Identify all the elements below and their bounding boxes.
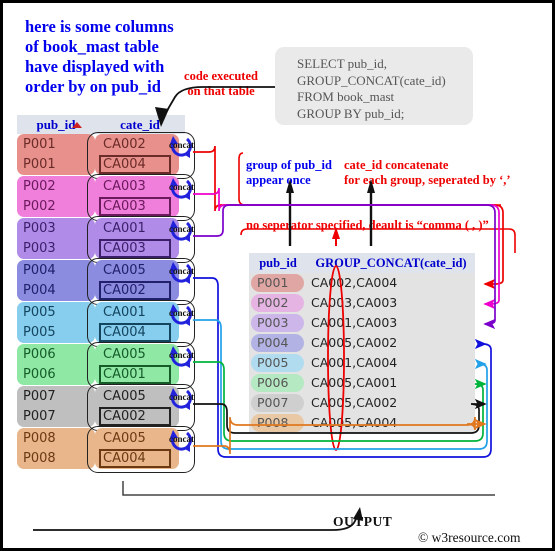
output-header-group-concat: GROUP_CONCAT(cate_id) bbox=[315, 255, 467, 270]
source-cell-cate-id: CA002 bbox=[103, 137, 146, 152]
output-cell-pub-id: P005 bbox=[251, 354, 304, 372]
source-group-row: P006 P006 CA005 CA001 concat bbox=[17, 342, 195, 389]
output-label-line bbox=[33, 512, 360, 531]
source-cell-pub-id: P008 bbox=[23, 451, 56, 466]
source-cell-pub-id: P006 bbox=[23, 347, 56, 362]
diagram-canvas: here is some columns of book_mast table … bbox=[0, 0, 555, 551]
table-row: P002 CA003,CA003 bbox=[249, 293, 475, 313]
source-cell-pub-id: P001 bbox=[23, 157, 56, 172]
source-cell-cate-id: CA005 bbox=[103, 347, 146, 362]
table-row: P008 CA005,CA004 bbox=[249, 413, 475, 433]
concat-label: concat bbox=[169, 392, 194, 402]
copyright-text: © w3resource.com bbox=[418, 530, 521, 545]
source-cell-pub-id: P005 bbox=[23, 305, 56, 320]
output-table-body: P001 CA002,CA004 P002 CA003,CA003 P003 CA001,… bbox=[249, 273, 475, 433]
source-cell-cate-id: CA002 bbox=[103, 409, 146, 424]
output-cell-group-concat: CA001,CA004 bbox=[311, 355, 398, 370]
output-table: pub_id GROUP_CONCAT(cate_id) P001 CA002,C… bbox=[249, 253, 475, 433]
source-table-body: P001 P001 CA002 CA004 concat P002 P002 CA003 CA0… bbox=[17, 132, 195, 473]
source-cell-cate-id: CA005 bbox=[103, 431, 146, 446]
output-label: OUTPUT bbox=[333, 514, 393, 529]
output-cell-pub-id: P002 bbox=[251, 294, 304, 312]
source-cell-cate-id: CA005 bbox=[103, 263, 146, 278]
source-group-row: P007 P007 CA005 CA002 concat bbox=[17, 384, 195, 431]
source-cell-pub-id: P003 bbox=[23, 221, 56, 236]
output-cell-pub-id: P001 bbox=[251, 274, 304, 292]
source-cell-cate-id: CA003 bbox=[103, 179, 146, 194]
concat-label: concat bbox=[169, 308, 194, 318]
concat-label: concat bbox=[169, 182, 194, 192]
source-cell-pub-id: P007 bbox=[23, 409, 56, 424]
source-cell-cate-id: CA003 bbox=[103, 241, 146, 256]
source-group-row: P004 P004 CA005 CA002 concat bbox=[17, 258, 195, 305]
source-cell-cate-id: CA002 bbox=[103, 283, 146, 298]
bottom-bracket bbox=[122, 481, 495, 496]
table-row: P004 CA005,CA002 bbox=[249, 333, 475, 353]
source-group-row: P003 P003 CA001 CA003 concat bbox=[17, 216, 195, 263]
source-cell-pub-id: P007 bbox=[23, 389, 56, 404]
annotation-default-separator: no seperator specified, deault is “comma… bbox=[246, 218, 489, 232]
table-row: P001 CA002,CA004 bbox=[249, 273, 475, 293]
source-cell-cate-id: CA001 bbox=[103, 221, 146, 236]
table-row: P006 CA005,CA001 bbox=[249, 373, 475, 393]
annotation-code-executed: code executed on that table bbox=[184, 69, 258, 98]
annotation-cate-concatenate: cate_id concatenate for each group, sepe… bbox=[344, 158, 511, 187]
table-row: P007 CA005,CA002 bbox=[249, 393, 475, 413]
source-cell-cate-id: CA003 bbox=[103, 199, 146, 214]
source-group-row: P005 P005 CA001 CA004 concat bbox=[17, 300, 195, 347]
concat-label: concat bbox=[169, 140, 194, 150]
output-cell-pub-id: P004 bbox=[251, 334, 304, 352]
sql-code-text: SELECT pub_id, GROUP_CONCAT(cate_id) FRO… bbox=[297, 56, 446, 121]
concat-label: concat bbox=[169, 266, 194, 276]
source-cell-pub-id: P005 bbox=[23, 325, 56, 340]
annotation-group-appears-once: group of pub_id appear once bbox=[246, 158, 332, 187]
source-group-row: P002 P002 CA003 CA003 concat bbox=[17, 174, 195, 221]
source-header-pub-id-label: pub_id bbox=[36, 116, 76, 132]
concat-label: concat bbox=[169, 224, 194, 234]
annotation-bracket-red-2 bbox=[240, 228, 516, 253]
table-row: P003 CA001,CA003 bbox=[249, 313, 475, 333]
output-cell-group-concat: CA005,CA004 bbox=[311, 415, 398, 430]
source-cell-cate-id: CA004 bbox=[103, 325, 146, 340]
output-cell-group-concat: CA005,CA002 bbox=[311, 395, 398, 410]
source-table: pub_id cate_id P001 P001 CA002 CA004 concat P… bbox=[17, 115, 195, 473]
concat-label: concat bbox=[169, 350, 194, 360]
source-cell-cate-id: CA004 bbox=[103, 451, 146, 466]
sort-asc-caret-icon bbox=[72, 122, 82, 128]
source-header-pub-id[interactable]: pub_id bbox=[17, 115, 95, 134]
source-cell-pub-id: P004 bbox=[23, 263, 56, 278]
output-cell-group-concat: CA002,CA004 bbox=[311, 275, 398, 290]
concat-label: concat bbox=[169, 434, 194, 444]
output-cell-group-concat: CA005,CA002 bbox=[311, 335, 398, 350]
table-row: P005 CA001,CA004 bbox=[249, 353, 475, 373]
source-cell-pub-id: P002 bbox=[23, 179, 56, 194]
output-table-header: pub_id GROUP_CONCAT(cate_id) bbox=[249, 253, 475, 273]
output-cell-pub-id: P003 bbox=[251, 314, 304, 332]
source-cell-cate-id: CA001 bbox=[103, 367, 146, 382]
source-cell-pub-id: P002 bbox=[23, 199, 56, 214]
output-cell-pub-id: P007 bbox=[251, 394, 304, 412]
source-cell-cate-id: CA001 bbox=[103, 305, 146, 320]
source-cell-pub-id: P001 bbox=[23, 137, 56, 152]
output-header-pub-id: pub_id bbox=[259, 255, 297, 270]
output-cell-pub-id: P008 bbox=[251, 414, 304, 432]
output-cell-group-concat: CA001,CA003 bbox=[311, 315, 398, 330]
source-cell-cate-id: CA004 bbox=[103, 157, 146, 172]
output-cell-group-concat: CA005,CA001 bbox=[311, 375, 398, 390]
source-cell-pub-id: P003 bbox=[23, 241, 56, 256]
output-cell-group-concat: CA003,CA003 bbox=[311, 295, 398, 310]
source-group-row: P008 P008 CA005 CA004 concat bbox=[17, 426, 195, 473]
sql-code-box: SELECT pub_id, GROUP_CONCAT(cate_id) FRO… bbox=[275, 47, 473, 125]
source-cell-pub-id: P008 bbox=[23, 431, 56, 446]
output-cell-pub-id: P006 bbox=[251, 374, 304, 392]
source-cell-cate-id: CA005 bbox=[103, 389, 146, 404]
source-cell-pub-id: P006 bbox=[23, 367, 56, 382]
source-cell-pub-id: P004 bbox=[23, 283, 56, 298]
source-group-row: P001 P001 CA002 CA004 concat bbox=[17, 132, 195, 179]
